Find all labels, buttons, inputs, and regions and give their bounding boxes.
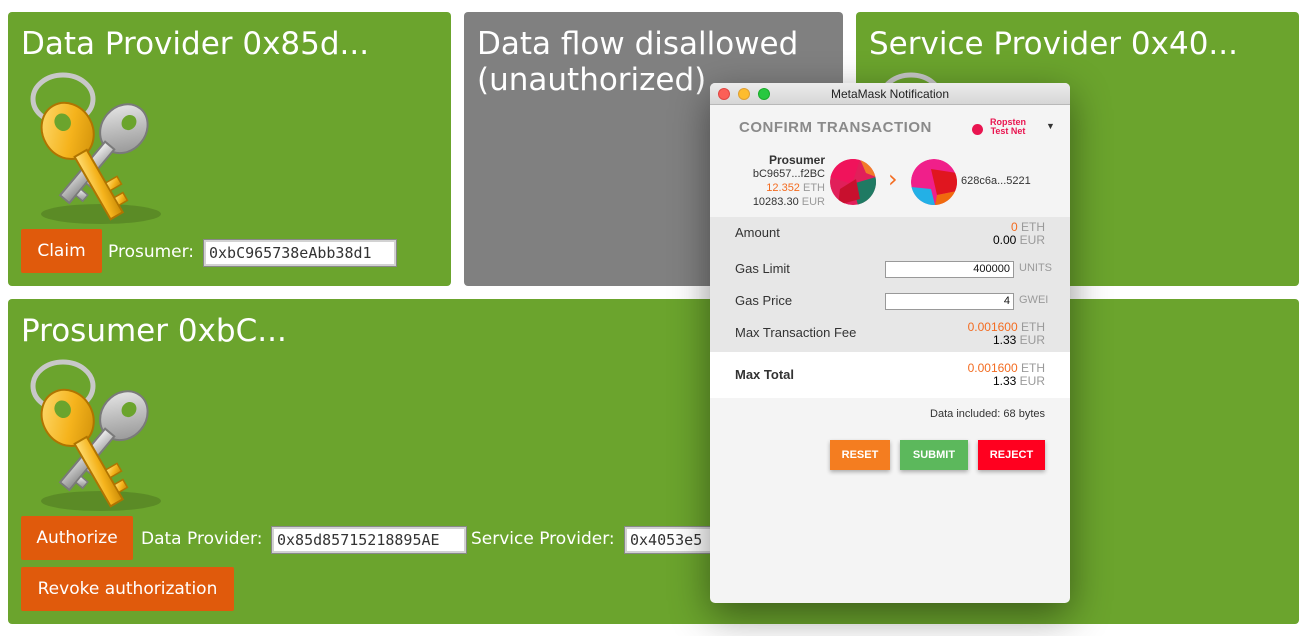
from-account-name: Prosumer: [768, 153, 825, 167]
reset-button[interactable]: RESET: [830, 440, 890, 470]
data-provider-address-field[interactable]: 0x85d85715218895AE: [271, 526, 467, 554]
max-total-value: 0.001600 ETH 1.33 EUR: [968, 362, 1045, 388]
max-total-eth: 0.001600: [967, 361, 1018, 375]
data-provider-label: Data Provider:: [141, 529, 263, 549]
max-fee-label: Max Transaction Fee: [735, 325, 857, 340]
from-account: Prosumer bC9657...f2BC 12.352 ETH 10283.…: [753, 153, 825, 209]
prosumer-title: Prosumer 0xbC...: [21, 313, 287, 349]
prosumer-label: Prosumer:: [108, 242, 195, 262]
data-provider-card: Data Provider 0x85d... Claim Prosumer: 0…: [8, 12, 451, 286]
keys-icon: [21, 64, 181, 224]
amount-eth: 0: [1010, 220, 1018, 234]
transaction-details: Amount 0 ETH 0.00 EUR Gas Limit 400000 U…: [710, 217, 1070, 352]
metamask-window: MetaMask Notification CONFIRM TRANSACTIO…: [710, 83, 1070, 603]
from-eth-unit: ETH: [803, 182, 825, 194]
amount-label: Amount: [735, 225, 780, 240]
network-status-dot: [972, 124, 983, 135]
max-total-fiat: 1.33: [992, 374, 1017, 388]
revoke-authorization-button[interactable]: Revoke authorization: [21, 567, 234, 611]
amount-value: 0 ETH 0.00 EUR: [993, 221, 1045, 247]
max-fee-fiat: 1.33: [992, 333, 1017, 347]
max-fee-eth-unit: ETH: [1021, 320, 1045, 334]
gas-price-input[interactable]: 4: [885, 293, 1014, 310]
max-total-section: Max Total 0.001600 ETH 1.33 EUR: [710, 352, 1070, 398]
gas-limit-input[interactable]: 400000: [885, 261, 1014, 278]
window-titlebar[interactable]: MetaMask Notification: [710, 83, 1070, 105]
caret-down-icon[interactable]: ▼: [1046, 121, 1055, 131]
chevron-right-icon: ›: [888, 165, 898, 193]
from-eth-balance: 12.352: [766, 182, 800, 194]
from-identicon: [830, 159, 876, 205]
gas-price-unit: GWEI: [1019, 294, 1049, 306]
data-provider-title: Data Provider 0x85d...: [21, 26, 370, 62]
max-fee-eth: 0.001600: [967, 320, 1018, 334]
from-eth-balance-row: 12.352 ETH: [753, 181, 825, 195]
max-total-fiat-unit: EUR: [1019, 374, 1045, 388]
service-provider-label: Service Provider:: [471, 529, 615, 549]
to-account-address: 628c6a...5221: [961, 175, 1031, 187]
prosumer-card: Prosumer 0xbC... Authorize Data Provider…: [8, 299, 1299, 624]
prosumer-address-field[interactable]: 0xbC965738eAbb38d1: [203, 239, 397, 267]
amount-eth-unit: ETH: [1021, 220, 1045, 234]
to-identicon: [911, 159, 957, 205]
dataflow-title-line2: (unauthorized): [477, 62, 707, 98]
gas-limit-label: Gas Limit: [735, 261, 790, 276]
max-total-eth-unit: ETH: [1021, 361, 1045, 375]
max-total-label: Max Total: [735, 367, 794, 382]
from-fiat-balance-row: 10283.30 EUR: [753, 195, 825, 209]
confirm-transaction-heading: CONFIRM TRANSACTION: [739, 119, 932, 136]
submit-button[interactable]: SUBMIT: [900, 440, 968, 470]
amount-fiat-unit: EUR: [1019, 233, 1045, 247]
service-provider-title: Service Provider 0x40...: [869, 26, 1238, 62]
amount-fiat: 0.00: [992, 233, 1017, 247]
authorize-button[interactable]: Authorize: [21, 516, 133, 560]
dataflow-title-line1: Data flow disallowed: [477, 26, 799, 62]
data-included-text: Data included: 68 bytes: [930, 408, 1045, 420]
keys-icon: [21, 351, 181, 511]
max-fee-value: 0.001600 ETH 1.33 EUR: [968, 321, 1045, 347]
from-fiat-balance: 10283.30: [752, 196, 799, 208]
from-account-address: bC9657...f2BC: [752, 168, 825, 180]
from-fiat-unit: EUR: [801, 196, 825, 208]
network-selector[interactable]: Ropsten Test Net: [990, 118, 1026, 136]
window-title: MetaMask Notification: [830, 87, 950, 101]
claim-button[interactable]: Claim: [21, 229, 102, 273]
gas-price-label: Gas Price: [735, 293, 793, 308]
reject-button[interactable]: REJECT: [978, 440, 1045, 470]
max-fee-fiat-unit: EUR: [1019, 333, 1045, 347]
gas-limit-unit: UNITS: [1019, 262, 1052, 274]
network-type: Test Net: [990, 126, 1026, 136]
service-provider-address-field[interactable]: 0x4053e5: [624, 526, 716, 554]
